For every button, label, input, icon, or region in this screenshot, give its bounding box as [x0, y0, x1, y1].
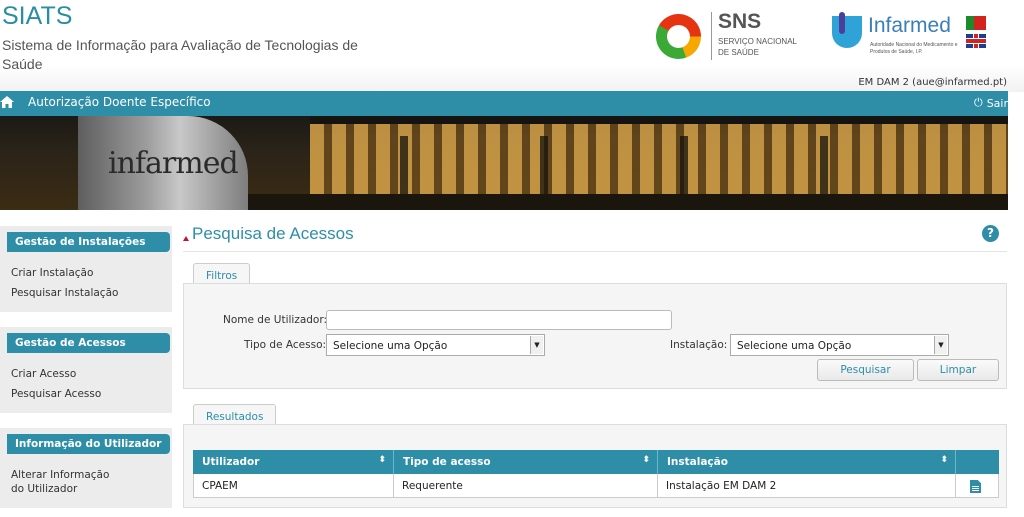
installation-select[interactable]: Selecione uma Opção ▼ — [730, 334, 949, 356]
installation-label: Instalação: — [670, 339, 728, 351]
sidebar-item-alterar-informacao[interactable]: Alterar Informação do Utilizador — [11, 468, 124, 496]
home-icon[interactable] — [0, 95, 14, 109]
page-title: Pesquisa de Acessos — [192, 224, 354, 243]
uk-flag-icon[interactable] — [966, 34, 986, 48]
column-header-label: Utilizador — [202, 456, 260, 468]
chevron-down-icon: ▼ — [934, 336, 947, 354]
table-cell-tipo: Requerente — [394, 474, 658, 498]
column-header-label: Tipo de acesso — [403, 456, 491, 468]
navbar: Autorização Doente Específico ⏻ Sair — [0, 91, 1008, 116]
clear-button[interactable]: Limpar — [917, 359, 999, 381]
sidebar: Gestão de Instalações Criar Instalação P… — [0, 226, 172, 517]
sns-logo-name: SNS — [718, 10, 762, 33]
infarmed-logo: Infarmed Autoridade Nacional do Medicame… — [830, 12, 990, 62]
sidebar-section-title: Informação do Utilizador — [7, 434, 170, 454]
sort-icon: ⬍ — [378, 455, 386, 465]
column-header-instalacao[interactable]: Instalação ⬍ — [658, 450, 956, 474]
access-type-select[interactable]: Selecione uma Opção ▼ — [326, 334, 545, 356]
sns-logo: SNS SERVIÇO NACIONAL DE SAÚDE — [656, 10, 797, 62]
chevron-down-icon: ▼ — [530, 336, 543, 354]
sns-logo-subtitle: SERVIÇO NACIONAL DE SAÚDE — [718, 37, 797, 57]
access-type-label: Tipo de Acesso: — [244, 339, 327, 351]
header: SIATS Sistema de Informação para Avaliaç… — [0, 0, 1024, 92]
column-header-tipo-acesso[interactable]: Tipo de acesso ⬍ — [394, 450, 658, 474]
banner-image: infarmed — [0, 116, 1008, 210]
column-header-actions — [956, 450, 999, 474]
document-icon[interactable] — [970, 480, 981, 493]
infarmed-logo-icon — [832, 12, 862, 48]
page-title-bar: Pesquisa de Acessos ? — [183, 224, 1007, 252]
sidebar-item-criar-instalacao[interactable]: Criar Instalação — [11, 266, 168, 280]
power-icon: ⏻ — [973, 96, 983, 109]
portugal-flag-icon[interactable] — [966, 16, 986, 30]
sidebar-section-installations: Gestão de Instalações Criar Instalação P… — [0, 226, 172, 312]
access-type-selected: Selecione uma Opção — [333, 340, 448, 352]
sidebar-section-user-info: Informação do Utilizador Alterar Informa… — [0, 428, 172, 508]
username-label: Nome de Utilizador: — [223, 314, 328, 326]
sidebar-section-title: Gestão de Acessos — [7, 333, 170, 353]
installation-selected: Selecione uma Opção — [737, 340, 852, 352]
sort-icon: ⬍ — [642, 455, 650, 465]
sidebar-item-pesquisar-acesso[interactable]: Pesquisar Acesso — [11, 387, 168, 401]
column-header-utilizador[interactable]: Utilizador ⬍ — [193, 450, 394, 474]
banner-wall-text: infarmed — [108, 146, 239, 181]
logout-button[interactable]: ⏻ Sair — [974, 96, 1008, 110]
sidebar-item-pesquisar-instalacao[interactable]: Pesquisar Instalação — [11, 286, 168, 300]
sort-icon: ⬍ — [940, 455, 948, 465]
logout-label: Sair — [986, 96, 1008, 110]
infarmed-logo-name: Infarmed — [868, 14, 951, 37]
table-cell-actions — [956, 474, 999, 498]
username-input[interactable] — [326, 310, 672, 330]
help-icon[interactable]: ? — [982, 225, 999, 242]
search-button[interactable]: Pesquisar — [817, 359, 914, 381]
column-header-label: Instalação — [667, 456, 728, 468]
app-title: SIATS — [2, 2, 73, 30]
sns-logo-icon — [656, 14, 701, 59]
table-cell-instalacao: Instalação EM DAM 2 — [658, 474, 956, 498]
sidebar-section-access: Gestão de Acessos Criar Acesso Pesquisar… — [0, 327, 172, 413]
infarmed-logo-subtitle: Autoridade Nacional do Medicamento e Pro… — [870, 42, 958, 55]
bullet-icon — [183, 236, 189, 241]
nav-title[interactable]: Autorização Doente Específico — [28, 95, 211, 109]
app-subtitle: Sistema de Informação para Avaliação de … — [2, 37, 358, 72]
sidebar-item-criar-acesso[interactable]: Criar Acesso — [11, 367, 168, 381]
user-info: EM DAM 2 (aue@infarmed.pt) — [858, 77, 1007, 88]
sidebar-section-title: Gestão de Instalações — [7, 232, 170, 252]
table-cell-utilizador: CPAEM — [193, 474, 394, 498]
